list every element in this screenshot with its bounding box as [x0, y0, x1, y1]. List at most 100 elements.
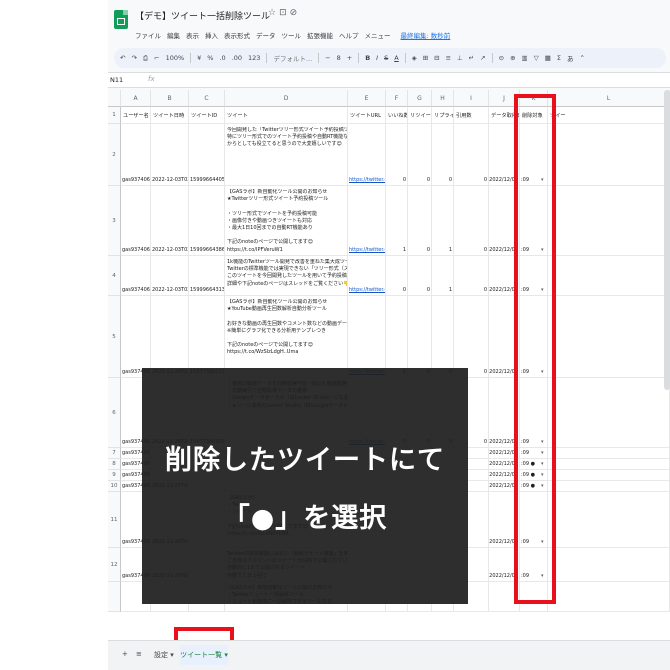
- row-header[interactable]: 9: [108, 470, 121, 481]
- row-header[interactable]: 11: [108, 492, 121, 548]
- table-cell-date[interactable]: 2022-12-03T02:37:1: [151, 186, 189, 256]
- sheets-logo-icon[interactable]: [114, 10, 128, 29]
- table-cell-text[interactable]: 【GASラボ】新自動化ツール公開のお知らせ ★YouTube動画再生回数解析自動…: [225, 296, 348, 378]
- table-cell-extra[interactable]: [548, 186, 670, 256]
- header-cell-date[interactable]: ツイート日時: [151, 107, 189, 124]
- table-cell-extra[interactable]: [548, 459, 670, 470]
- font-select[interactable]: デフォルト...: [273, 53, 312, 63]
- strikethrough-button[interactable]: S: [384, 54, 388, 62]
- row-header[interactable]: 4: [108, 256, 121, 296]
- table-cell-id[interactable]: 159996643869649760: [189, 186, 225, 256]
- table-cell-rep[interactable]: 1: [432, 186, 454, 256]
- table-cell-extra[interactable]: [548, 296, 670, 378]
- table-cell-extra[interactable]: [548, 124, 670, 186]
- sheet-tab-settings[interactable]: 設定 ▾: [154, 650, 174, 660]
- menu-help[interactable]: ヘルプ: [339, 30, 359, 40]
- table-cell-extra[interactable]: [548, 481, 670, 492]
- table-cell-id[interactable]: 159773002135623682: [189, 296, 225, 378]
- table-cell-url[interactable]: https://twitter.com/ga: [348, 186, 386, 256]
- header-cell-url[interactable]: ツイートURL: [348, 107, 386, 124]
- table-cell-likes[interactable]: 1: [386, 296, 408, 378]
- document-title[interactable]: 【デモ】ツイート一括削除ツール: [135, 9, 270, 22]
- merge-icon[interactable]: ⊟: [434, 54, 439, 62]
- table-cell-url[interactable]: https://twitter.com/ga: [348, 124, 386, 186]
- table-cell-date[interactable]: 2022-11-29T23:11:36: [151, 296, 189, 378]
- menu-extensions[interactable]: 拡張機能: [307, 30, 333, 40]
- header-cell-replies[interactable]: リプライ数: [432, 107, 454, 124]
- table-cell-user[interactable]: gas93740656: [121, 186, 151, 256]
- table-cell-likes[interactable]: 0: [386, 124, 408, 186]
- align-icon[interactable]: ≡: [446, 54, 451, 62]
- percent-button[interactable]: %: [207, 54, 213, 62]
- currency-button[interactable]: ¥: [197, 54, 201, 62]
- table-cell-url[interactable]: https://twitter.com/ga: [348, 296, 386, 378]
- number-format-button[interactable]: 123: [248, 54, 260, 62]
- menu-file[interactable]: ファイル: [135, 30, 161, 40]
- wrap-icon[interactable]: ↵: [469, 54, 474, 62]
- column-header-c[interactable]: C: [189, 90, 225, 107]
- table-cell-rep[interactable]: 0: [432, 296, 454, 378]
- table-cell-id[interactable]: 159996644052528435: [189, 124, 225, 186]
- menu-insert[interactable]: 挿入: [205, 30, 218, 40]
- column-header-h[interactable]: H: [432, 90, 454, 107]
- filter-views-icon[interactable]: ▦: [545, 54, 551, 62]
- increase-decimal-button[interactable]: .00: [232, 54, 242, 62]
- paint-format-icon[interactable]: ⌐: [154, 54, 159, 62]
- table-cell-extra[interactable]: [548, 548, 670, 582]
- header-cell-tweet_id[interactable]: ツイートID: [189, 107, 225, 124]
- input-tools-button[interactable]: あ: [567, 53, 574, 63]
- table-cell-text[interactable]: 1k機能のTwitterツール開発で改善を重ねた集大成ツールが完成しま Twit…: [225, 256, 348, 296]
- table-cell-rt[interactable]: 0: [408, 256, 432, 296]
- fill-color-icon[interactable]: ◈: [412, 54, 417, 62]
- table-cell-id[interactable]: 159996643139350959: [189, 256, 225, 296]
- table-cell-user[interactable]: gas93740656: [121, 124, 151, 186]
- column-header-a[interactable]: A: [121, 90, 151, 107]
- functions-button[interactable]: Σ: [557, 54, 561, 62]
- column-header-f[interactable]: F: [386, 90, 408, 107]
- column-header-g[interactable]: G: [408, 90, 432, 107]
- column-header-l[interactable]: L: [548, 90, 670, 107]
- header-cell-extra[interactable]: ツイー: [548, 107, 670, 124]
- header-cell-likes[interactable]: いいね数: [386, 107, 408, 124]
- print-icon[interactable]: ⎙: [143, 54, 148, 63]
- collapse-toolbar-icon[interactable]: ⌃: [579, 54, 584, 62]
- undo-icon[interactable]: ↶: [120, 54, 125, 62]
- menu-tools[interactable]: ツール: [282, 30, 302, 40]
- row-header[interactable]: 3: [108, 186, 121, 256]
- name-box[interactable]: N11: [110, 76, 123, 84]
- table-cell-extra[interactable]: [548, 448, 670, 459]
- table-cell-extra[interactable]: [548, 582, 670, 612]
- column-header-i[interactable]: I: [454, 90, 489, 107]
- table-cell-user[interactable]: gas93740656: [121, 256, 151, 296]
- table-cell-extra[interactable]: [548, 378, 670, 448]
- italic-button[interactable]: I: [376, 54, 378, 62]
- zoom-select[interactable]: 100%: [166, 54, 185, 62]
- cloud-icon[interactable]: ⊘: [290, 8, 301, 18]
- row-header[interactable]: 6: [108, 378, 121, 448]
- row-header[interactable]: 5: [108, 296, 121, 378]
- decrease-decimal-button[interactable]: .0: [219, 54, 225, 62]
- table-cell-rep[interactable]: 0: [432, 124, 454, 186]
- table-cell-extra[interactable]: [548, 492, 670, 548]
- table-cell-url[interactable]: https://twitter.com/ga: [348, 256, 386, 296]
- move-icon[interactable]: ⊡: [279, 8, 290, 18]
- table-cell-likes[interactable]: 1: [386, 186, 408, 256]
- row-header[interactable]: 2: [108, 124, 121, 186]
- table-cell-rt[interactable]: 0: [408, 296, 432, 378]
- menu-view[interactable]: 表示: [186, 30, 199, 40]
- text-color-button[interactable]: A: [394, 54, 398, 62]
- table-cell-text[interactable]: 今回開発した「Twitterツリー形式ツイート予約投稿ツール」は多くの 特にツリ…: [225, 124, 348, 186]
- comment-icon[interactable]: ⊕: [510, 54, 515, 62]
- menu-format[interactable]: 表示形式: [224, 30, 250, 40]
- bold-button[interactable]: B: [365, 54, 370, 62]
- row-header[interactable]: 10: [108, 481, 121, 492]
- menu-edit[interactable]: 編集: [167, 30, 180, 40]
- header-cell-tweet[interactable]: ツイート: [225, 107, 348, 124]
- table-cell-date[interactable]: 2022-12-03T02:37:2: [151, 124, 189, 186]
- table-cell-rt[interactable]: 0: [408, 186, 432, 256]
- borders-icon[interactable]: ⊞: [423, 54, 428, 62]
- redo-icon[interactable]: ↷: [131, 54, 136, 62]
- column-header-d[interactable]: D: [225, 90, 348, 107]
- table-cell-text[interactable]: 【GASラボ】新自動化ツール公開のお知らせ ★Twitterツリー形式ツイート予…: [225, 186, 348, 256]
- table-cell-likes[interactable]: 0: [386, 256, 408, 296]
